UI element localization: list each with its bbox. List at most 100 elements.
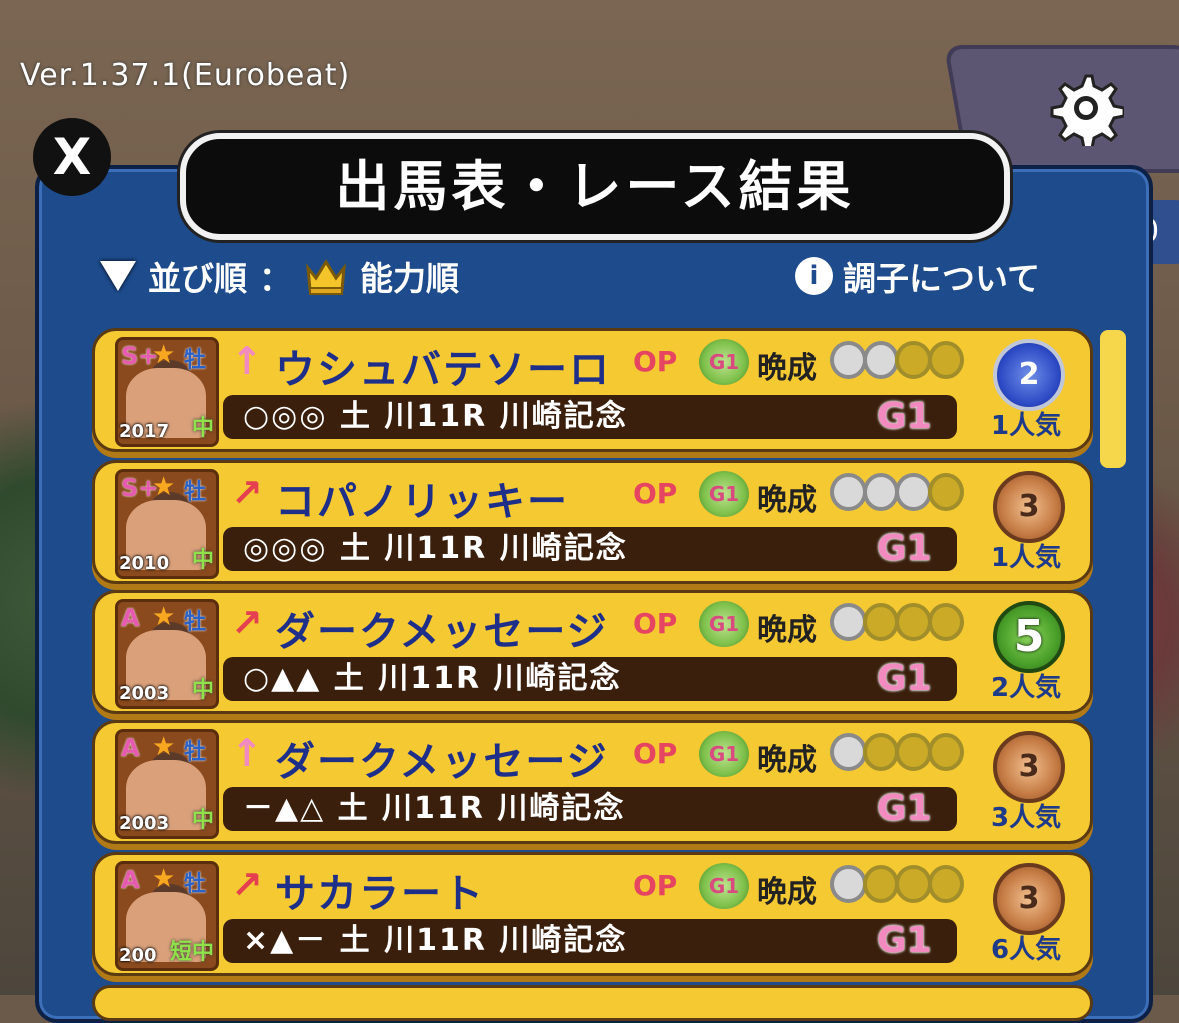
class-label: OP: [633, 477, 678, 510]
horse-name: コパノリッキー: [275, 479, 569, 525]
horse-portrait: A ★ 牡 2003 中: [115, 729, 219, 839]
horseshoe-rating: [830, 603, 964, 645]
horseshoe-icon: [895, 473, 932, 511]
sort-label: 並び順: [148, 259, 247, 298]
horse-entry-row[interactable]: A ★ 牡 200 短中 ↗ サカラート OP G1 晩成 ×▲－ 土 川11R…: [92, 852, 1093, 976]
horseshoe-icon: [830, 865, 867, 903]
sort-separator: ：: [259, 259, 292, 298]
horseshoe-icon: [862, 603, 899, 641]
horse-portrait: A ★ 牡 200 短中: [115, 861, 219, 971]
condition-info-label: 調子について: [843, 259, 1041, 298]
horseshoe-icon: [927, 733, 964, 771]
class-label: OP: [633, 737, 678, 770]
race-info-bar: －▲△ 土 川11R 川崎記念: [223, 787, 957, 831]
horse-portrait: S+ ★ 牡 2017 中: [115, 337, 219, 447]
class-label: OP: [633, 607, 678, 640]
race-info-bar: ○◎◎ 土 川11R 川崎記念: [223, 395, 957, 439]
distance-label: 中: [191, 678, 214, 703]
horse-entry-row[interactable]: A ★ 牡 2003 中 ↗ ダークメッセージ OP G1 晩成 ○▲▲ 土 川…: [92, 590, 1093, 714]
rank-grade: A: [121, 866, 140, 894]
horseshoe-icon: [830, 341, 867, 379]
horseshoe-icon: [895, 733, 932, 771]
g1-laurel-badge: G1: [699, 339, 749, 385]
horseshoe-rating: [830, 473, 964, 515]
race-grade: G1: [877, 396, 932, 437]
growth-type: 晩成: [757, 743, 817, 778]
sex-label: 牡: [184, 480, 207, 505]
growth-type: 晩成: [757, 351, 817, 386]
race-info-bar: ○▲▲ 土 川11R 川崎記念: [223, 657, 957, 701]
birth-year: 200: [119, 945, 157, 966]
horseshoe-rating: [830, 733, 964, 775]
result-medal-icon: 5: [993, 601, 1065, 673]
star-icon: ★: [152, 732, 176, 762]
sort-control[interactable]: 並び順 ： 能力順: [100, 252, 459, 300]
horseshoe-icon: [862, 733, 899, 771]
class-label: OP: [633, 869, 678, 902]
horse-portrait: A ★ 牡 2003 中: [115, 599, 219, 709]
result-medal-icon: 3: [993, 731, 1065, 803]
g1-laurel-badge: G1: [699, 471, 749, 517]
rank-grade: A: [121, 604, 140, 632]
popularity-label: 1人気: [991, 543, 1062, 573]
horseshoe-icon: [830, 603, 867, 641]
growth-type: 晩成: [757, 875, 817, 910]
race-info-bar: ×▲－ 土 川11R 川崎記念: [223, 919, 957, 963]
race-grade: G1: [877, 658, 932, 699]
horseshoe-icon: [862, 341, 899, 379]
version-label: Ver.1.37.1(Eurobeat): [20, 58, 351, 93]
distance-label: 短中: [169, 940, 214, 965]
list-item-partial[interactable]: [92, 985, 1093, 1021]
race-info-bar: ◎◎◎ 土 川11R 川崎記念: [223, 527, 957, 571]
condition-arrow-icon: ↑: [231, 731, 263, 775]
birth-year: 2003: [119, 813, 170, 834]
panel-title: 出馬表・レース結果: [180, 133, 1010, 240]
horseshoe-icon: [830, 473, 867, 511]
condition-info-link[interactable]: i 調子について: [795, 252, 1040, 300]
distance-label: 中: [191, 808, 214, 833]
star-icon: ★: [152, 602, 176, 632]
sort-value: 能力順: [360, 259, 459, 298]
sex-label: 牡: [184, 610, 207, 635]
info-icon: i: [795, 257, 833, 295]
popularity-label: 2人気: [991, 673, 1062, 703]
horse-name: ダークメッセージ: [275, 739, 609, 785]
popularity-label: 1人気: [991, 411, 1062, 441]
condition-arrow-icon: ↗: [231, 471, 263, 515]
gear-icon[interactable]: [1048, 70, 1124, 146]
sex-label: 牡: [184, 872, 207, 897]
growth-type: 晩成: [757, 613, 817, 648]
condition-arrow-icon: ↗: [231, 601, 263, 645]
x-share-icon[interactable]: X: [33, 118, 111, 196]
dropdown-triangle-icon: [100, 261, 136, 291]
horse-name: サカラート: [275, 871, 485, 917]
horse-portrait: S+ ★ 牡 2010 中: [115, 469, 219, 579]
horse-entry-row[interactable]: S+ ★ 牡 2010 中 ↗ コパノリッキー OP G1 晩成 ◎◎◎ 土 川…: [92, 460, 1093, 584]
result-medal-icon: 2: [993, 339, 1065, 411]
g1-laurel-badge: G1: [699, 601, 749, 647]
sex-label: 牡: [184, 348, 207, 373]
race-grade: G1: [877, 788, 932, 829]
horse-entry-row[interactable]: S+ ★ 牡 2017 中 ↑ ウシュバテソーロ OP G1 晩成 ○◎◎ 土 …: [92, 328, 1093, 452]
horse-entry-row[interactable]: A ★ 牡 2003 中 ↑ ダークメッセージ OP G1 晩成 －▲△ 土 川…: [92, 720, 1093, 844]
horseshoe-icon: [895, 603, 932, 641]
star-icon: ★: [152, 472, 176, 502]
distance-label: 中: [191, 416, 214, 441]
condition-arrow-icon: ↑: [231, 339, 263, 383]
g1-laurel-badge: G1: [699, 731, 749, 777]
crown-icon: [306, 259, 346, 295]
star-icon: ★: [152, 340, 176, 370]
birth-year: 2010: [119, 553, 170, 574]
birth-year: 2003: [119, 683, 170, 704]
star-icon: ★: [152, 864, 176, 894]
horseshoe-rating: [830, 341, 964, 383]
distance-label: 中: [191, 548, 214, 573]
race-grade: G1: [877, 528, 932, 569]
scrollbar-thumb[interactable]: [1100, 330, 1126, 468]
horseshoe-icon: [895, 865, 932, 903]
horseshoe-icon: [830, 733, 867, 771]
birth-year: 2017: [119, 421, 170, 442]
rank-grade: A: [121, 734, 140, 762]
horse-name: ウシュバテソーロ: [275, 347, 611, 393]
result-medal-icon: 3: [993, 471, 1065, 543]
